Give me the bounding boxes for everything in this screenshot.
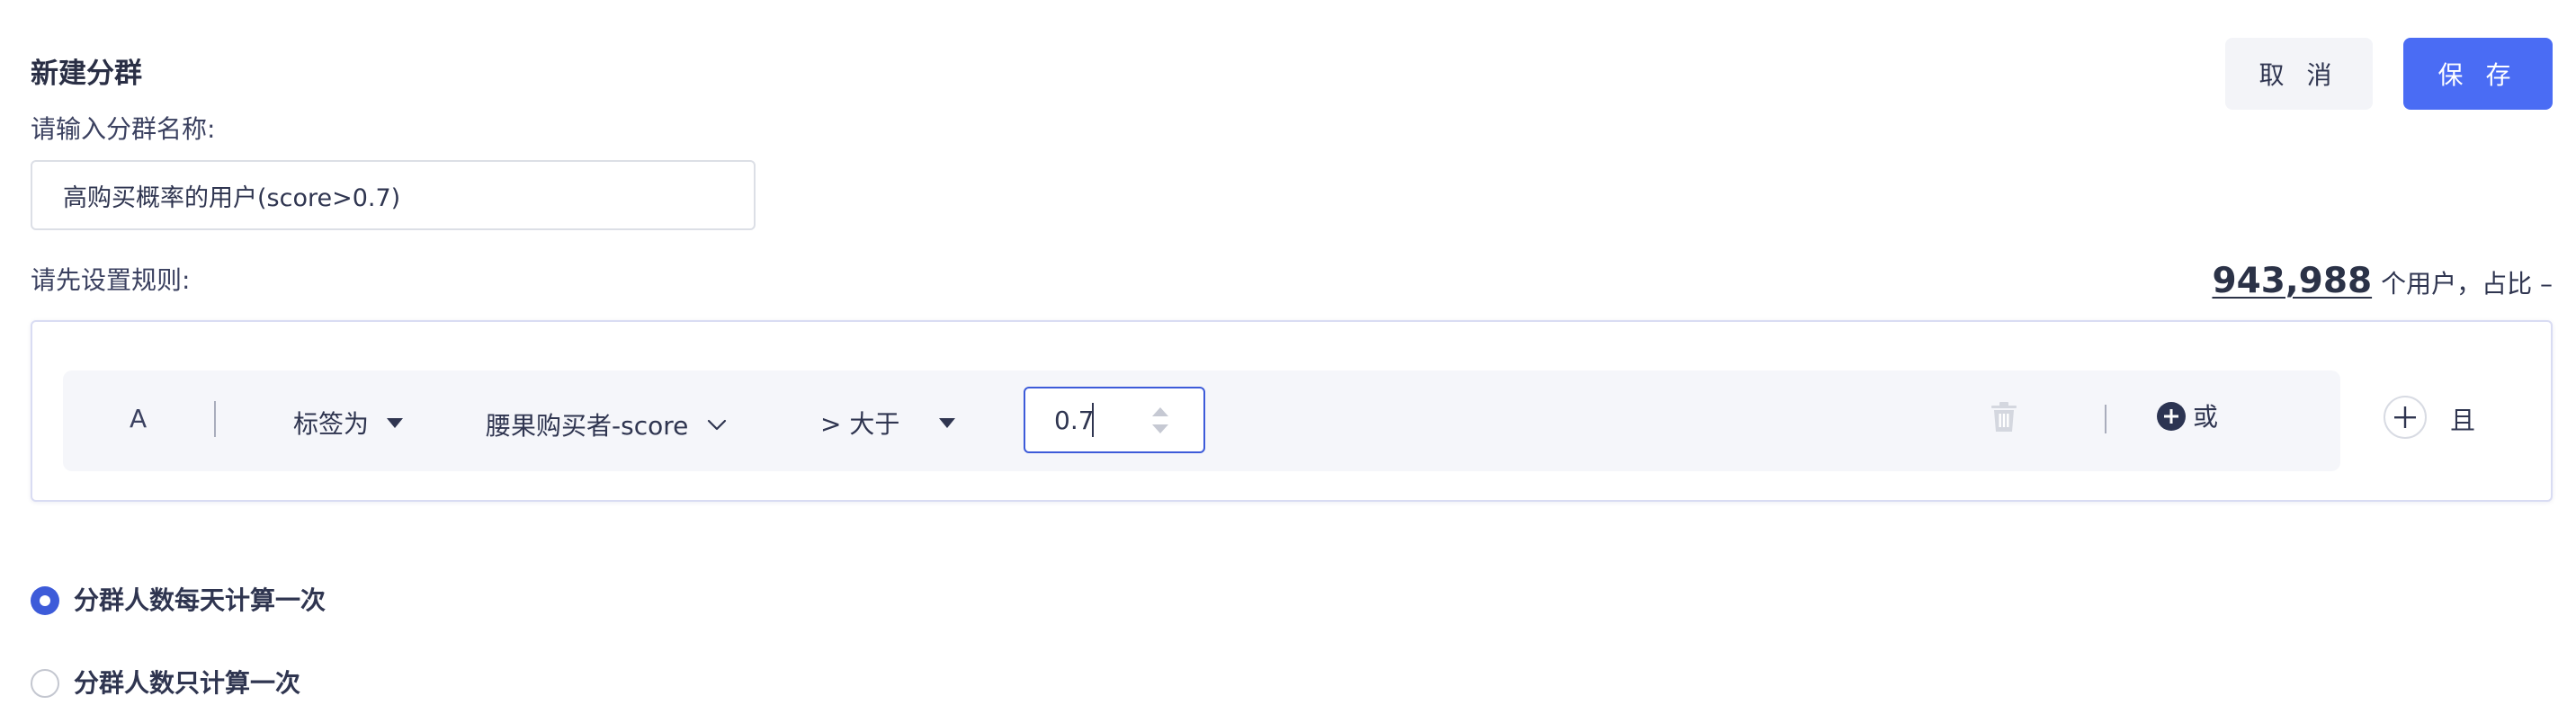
save-button[interactable]: 保 存	[2403, 38, 2553, 110]
rule-type-select[interactable]: 标签为	[293, 406, 369, 442]
radio-daily-label[interactable]: 分群人数每天计算一次	[74, 583, 326, 619]
page-title: 新建分群	[31, 58, 142, 90]
plus-icon	[2394, 406, 2416, 428]
user-count-number[interactable]: 943,988	[2212, 261, 2372, 301]
rule-letter: A	[130, 404, 148, 433]
rule-value-input[interactable]	[1024, 387, 1205, 453]
text-cursor	[1092, 403, 1094, 437]
rule-divider	[214, 401, 216, 437]
add-and-button[interactable]	[2384, 396, 2427, 439]
radio-once-label[interactable]: 分群人数只计算一次	[74, 665, 300, 701]
rule-value-text[interactable]: 0.7	[1054, 403, 1095, 439]
operator-select[interactable]: > 大于	[820, 406, 899, 442]
segment-name-label: 请输入分群名称:	[31, 114, 216, 144]
segment-name-input[interactable]	[31, 160, 756, 230]
radio-daily[interactable]	[31, 586, 59, 615]
caret-down-icon[interactable]	[939, 418, 955, 428]
plus-circle-icon[interactable]	[2157, 402, 2186, 431]
user-count-summary: 943,988 个用户，占比 –	[2212, 261, 2553, 301]
cancel-button[interactable]: 取 消	[2225, 38, 2373, 110]
caret-down-icon[interactable]	[387, 418, 403, 428]
radio-dot	[40, 595, 50, 606]
rules-label: 请先设置规则:	[31, 265, 191, 295]
add-or-condition[interactable]: 或	[2193, 399, 2218, 435]
chevron-down-icon[interactable]	[706, 414, 728, 435]
stepper-down-icon[interactable]	[1152, 424, 1168, 433]
stepper-up-icon[interactable]	[1152, 407, 1168, 416]
trash-icon[interactable]	[1990, 401, 2018, 433]
user-count-suffix: 个用户，占比 –	[2381, 269, 2553, 299]
radio-once[interactable]	[31, 669, 59, 698]
rule-divider	[2105, 405, 2106, 433]
add-and-condition[interactable]: 且	[2450, 403, 2475, 439]
tag-select[interactable]: 腰果购买者-score	[486, 408, 688, 444]
